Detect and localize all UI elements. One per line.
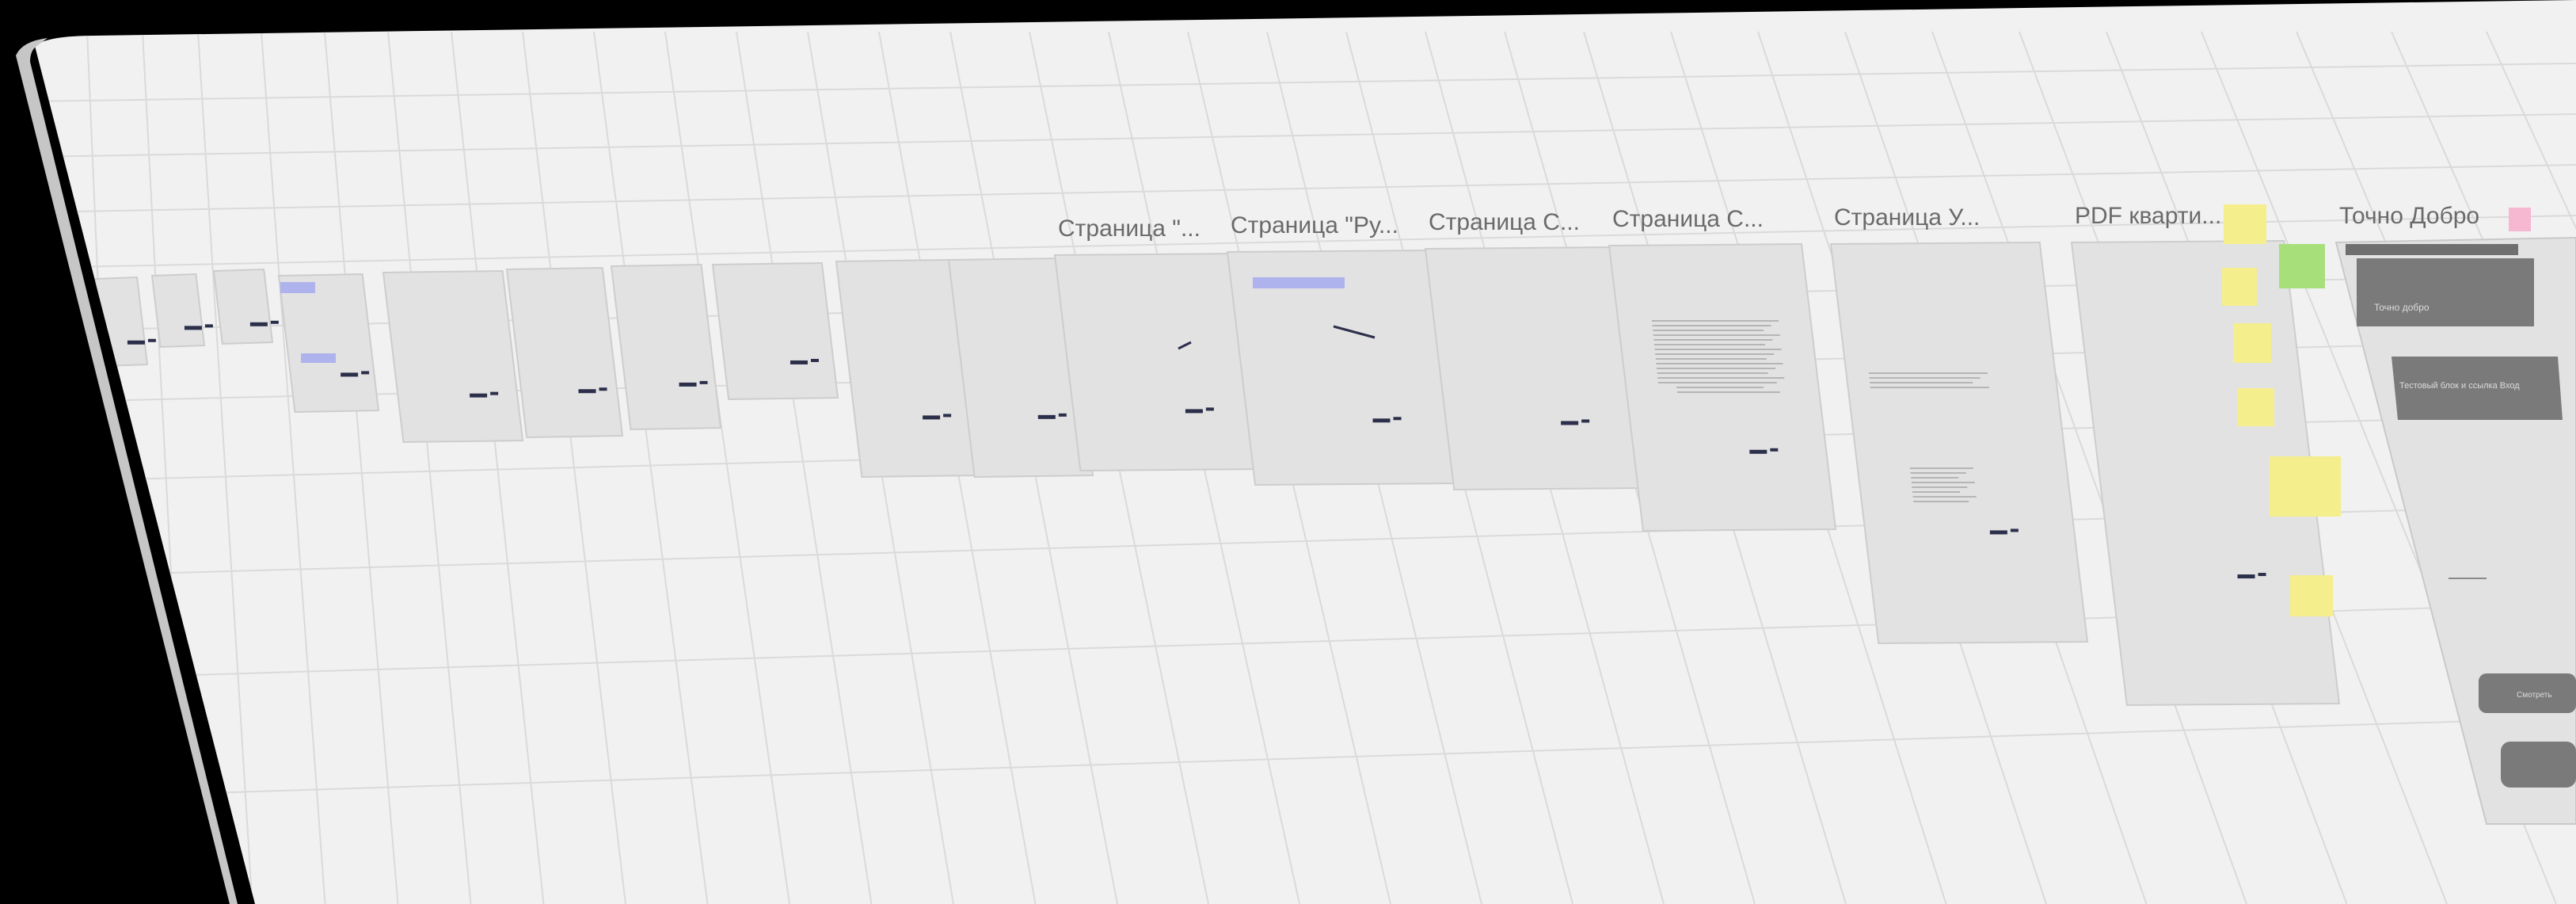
board-frame[interactable] bbox=[382, 269, 524, 444]
text-line bbox=[1657, 368, 1775, 369]
sticky-note[interactable] bbox=[2290, 575, 2333, 616]
text-line bbox=[1653, 339, 1773, 341]
text-line bbox=[1912, 491, 1960, 493]
sticky-note[interactable] bbox=[2222, 268, 2257, 306]
text-line bbox=[1870, 387, 1989, 388]
text-mark bbox=[341, 372, 359, 377]
text-line bbox=[1653, 334, 1780, 336]
sticky-note[interactable] bbox=[2233, 323, 2271, 363]
frame-tochno-header-bar bbox=[2346, 244, 2518, 255]
text-mark bbox=[470, 393, 488, 398]
text-mark bbox=[810, 358, 819, 362]
text-line bbox=[1652, 320, 1779, 322]
board-frame[interactable] bbox=[711, 261, 839, 401]
text-line bbox=[1654, 344, 1765, 345]
sticky-note[interactable] bbox=[2224, 204, 2266, 244]
frame-label[interactable]: Точно Добро bbox=[2339, 203, 2479, 229]
text-mark bbox=[2010, 528, 2019, 532]
content-block-1-label: Точно добро bbox=[2374, 302, 2430, 313]
frame-label[interactable]: Страница С... bbox=[1429, 209, 1580, 235]
text-mark bbox=[1037, 414, 1056, 419]
text-mark bbox=[599, 387, 607, 391]
text-line bbox=[1676, 377, 1779, 379]
text-line bbox=[1911, 477, 1959, 479]
text-mark bbox=[270, 320, 279, 324]
sticky-note[interactable] bbox=[2509, 208, 2531, 231]
content-block-1 bbox=[2357, 258, 2534, 326]
content-block-2-label: Тестовый блок и ссылка Вход bbox=[2399, 381, 2520, 391]
highlight-block bbox=[1253, 277, 1345, 288]
board-frame[interactable] bbox=[277, 273, 380, 414]
text-mark bbox=[1185, 409, 1203, 414]
highlight-block bbox=[301, 353, 336, 363]
text-line bbox=[1910, 472, 1966, 474]
text-line bbox=[1910, 467, 1973, 469]
text-mark bbox=[147, 338, 156, 342]
text-mark bbox=[2258, 573, 2266, 577]
text-line bbox=[1913, 501, 1969, 502]
text-line bbox=[1912, 486, 1968, 488]
text-mark bbox=[184, 326, 202, 330]
watch-button-label: Смотреть bbox=[2517, 691, 2552, 700]
text-line bbox=[1655, 353, 1775, 355]
frame-label[interactable]: Страница У... bbox=[1834, 204, 1980, 231]
frame-label[interactable]: Страница "Ру... bbox=[1231, 212, 1398, 238]
text-mark bbox=[249, 322, 268, 326]
highlight-block bbox=[280, 282, 315, 293]
text-line bbox=[1655, 358, 1767, 360]
frame-label[interactable]: Страница "... bbox=[1058, 216, 1200, 242]
text-mark bbox=[2237, 574, 2255, 579]
board-frame[interactable] bbox=[212, 268, 274, 345]
text-line bbox=[1654, 349, 1782, 350]
whiteboard-scene: Страница "... Страница "Ру... Страница С..… bbox=[16, 0, 2576, 904]
text-line bbox=[1657, 372, 1768, 374]
board-frame[interactable] bbox=[150, 273, 206, 349]
secondary-button[interactable] bbox=[2501, 742, 2576, 788]
text-mark bbox=[1770, 448, 1779, 452]
text-mark bbox=[923, 415, 941, 420]
text-line bbox=[1870, 382, 1973, 383]
text-mark bbox=[127, 340, 145, 345]
text-mark bbox=[1205, 407, 1214, 411]
text-mark bbox=[790, 360, 808, 364]
frame-label[interactable]: PDF кварти... bbox=[2075, 203, 2221, 229]
text-mark bbox=[1372, 418, 1391, 423]
text-mark bbox=[1561, 421, 1579, 425]
text-line bbox=[1911, 482, 1975, 483]
text-line bbox=[1912, 496, 1977, 498]
board-frame[interactable] bbox=[610, 263, 722, 431]
text-mark bbox=[1393, 417, 1402, 421]
text-line bbox=[1676, 391, 1780, 393]
text-line bbox=[1869, 377, 1981, 379]
text-mark bbox=[699, 380, 708, 384]
text-line bbox=[1869, 372, 1988, 374]
text-line bbox=[1652, 325, 1771, 326]
text-mark bbox=[1989, 530, 2007, 535]
text-mark bbox=[1581, 419, 1590, 423]
text-line bbox=[1656, 363, 1783, 364]
text-mark bbox=[1058, 413, 1067, 417]
text-line bbox=[1676, 387, 1764, 388]
frame-label[interactable]: Страница С... bbox=[1612, 206, 1764, 232]
board-frame[interactable] bbox=[1424, 246, 1646, 491]
text-mark bbox=[204, 324, 213, 328]
text-mark bbox=[361, 371, 370, 375]
text-line bbox=[1676, 382, 1771, 383]
text-mark bbox=[578, 389, 596, 394]
text-line bbox=[1653, 330, 1764, 331]
board-frame[interactable] bbox=[505, 266, 624, 439]
text-mark bbox=[490, 391, 499, 395]
sticky-note[interactable] bbox=[2238, 388, 2274, 426]
text-mark bbox=[943, 414, 952, 418]
text-mark bbox=[1749, 449, 1767, 454]
sticky-note[interactable] bbox=[2279, 244, 2325, 288]
sticky-note[interactable] bbox=[2270, 456, 2341, 517]
text-mark bbox=[679, 382, 697, 387]
